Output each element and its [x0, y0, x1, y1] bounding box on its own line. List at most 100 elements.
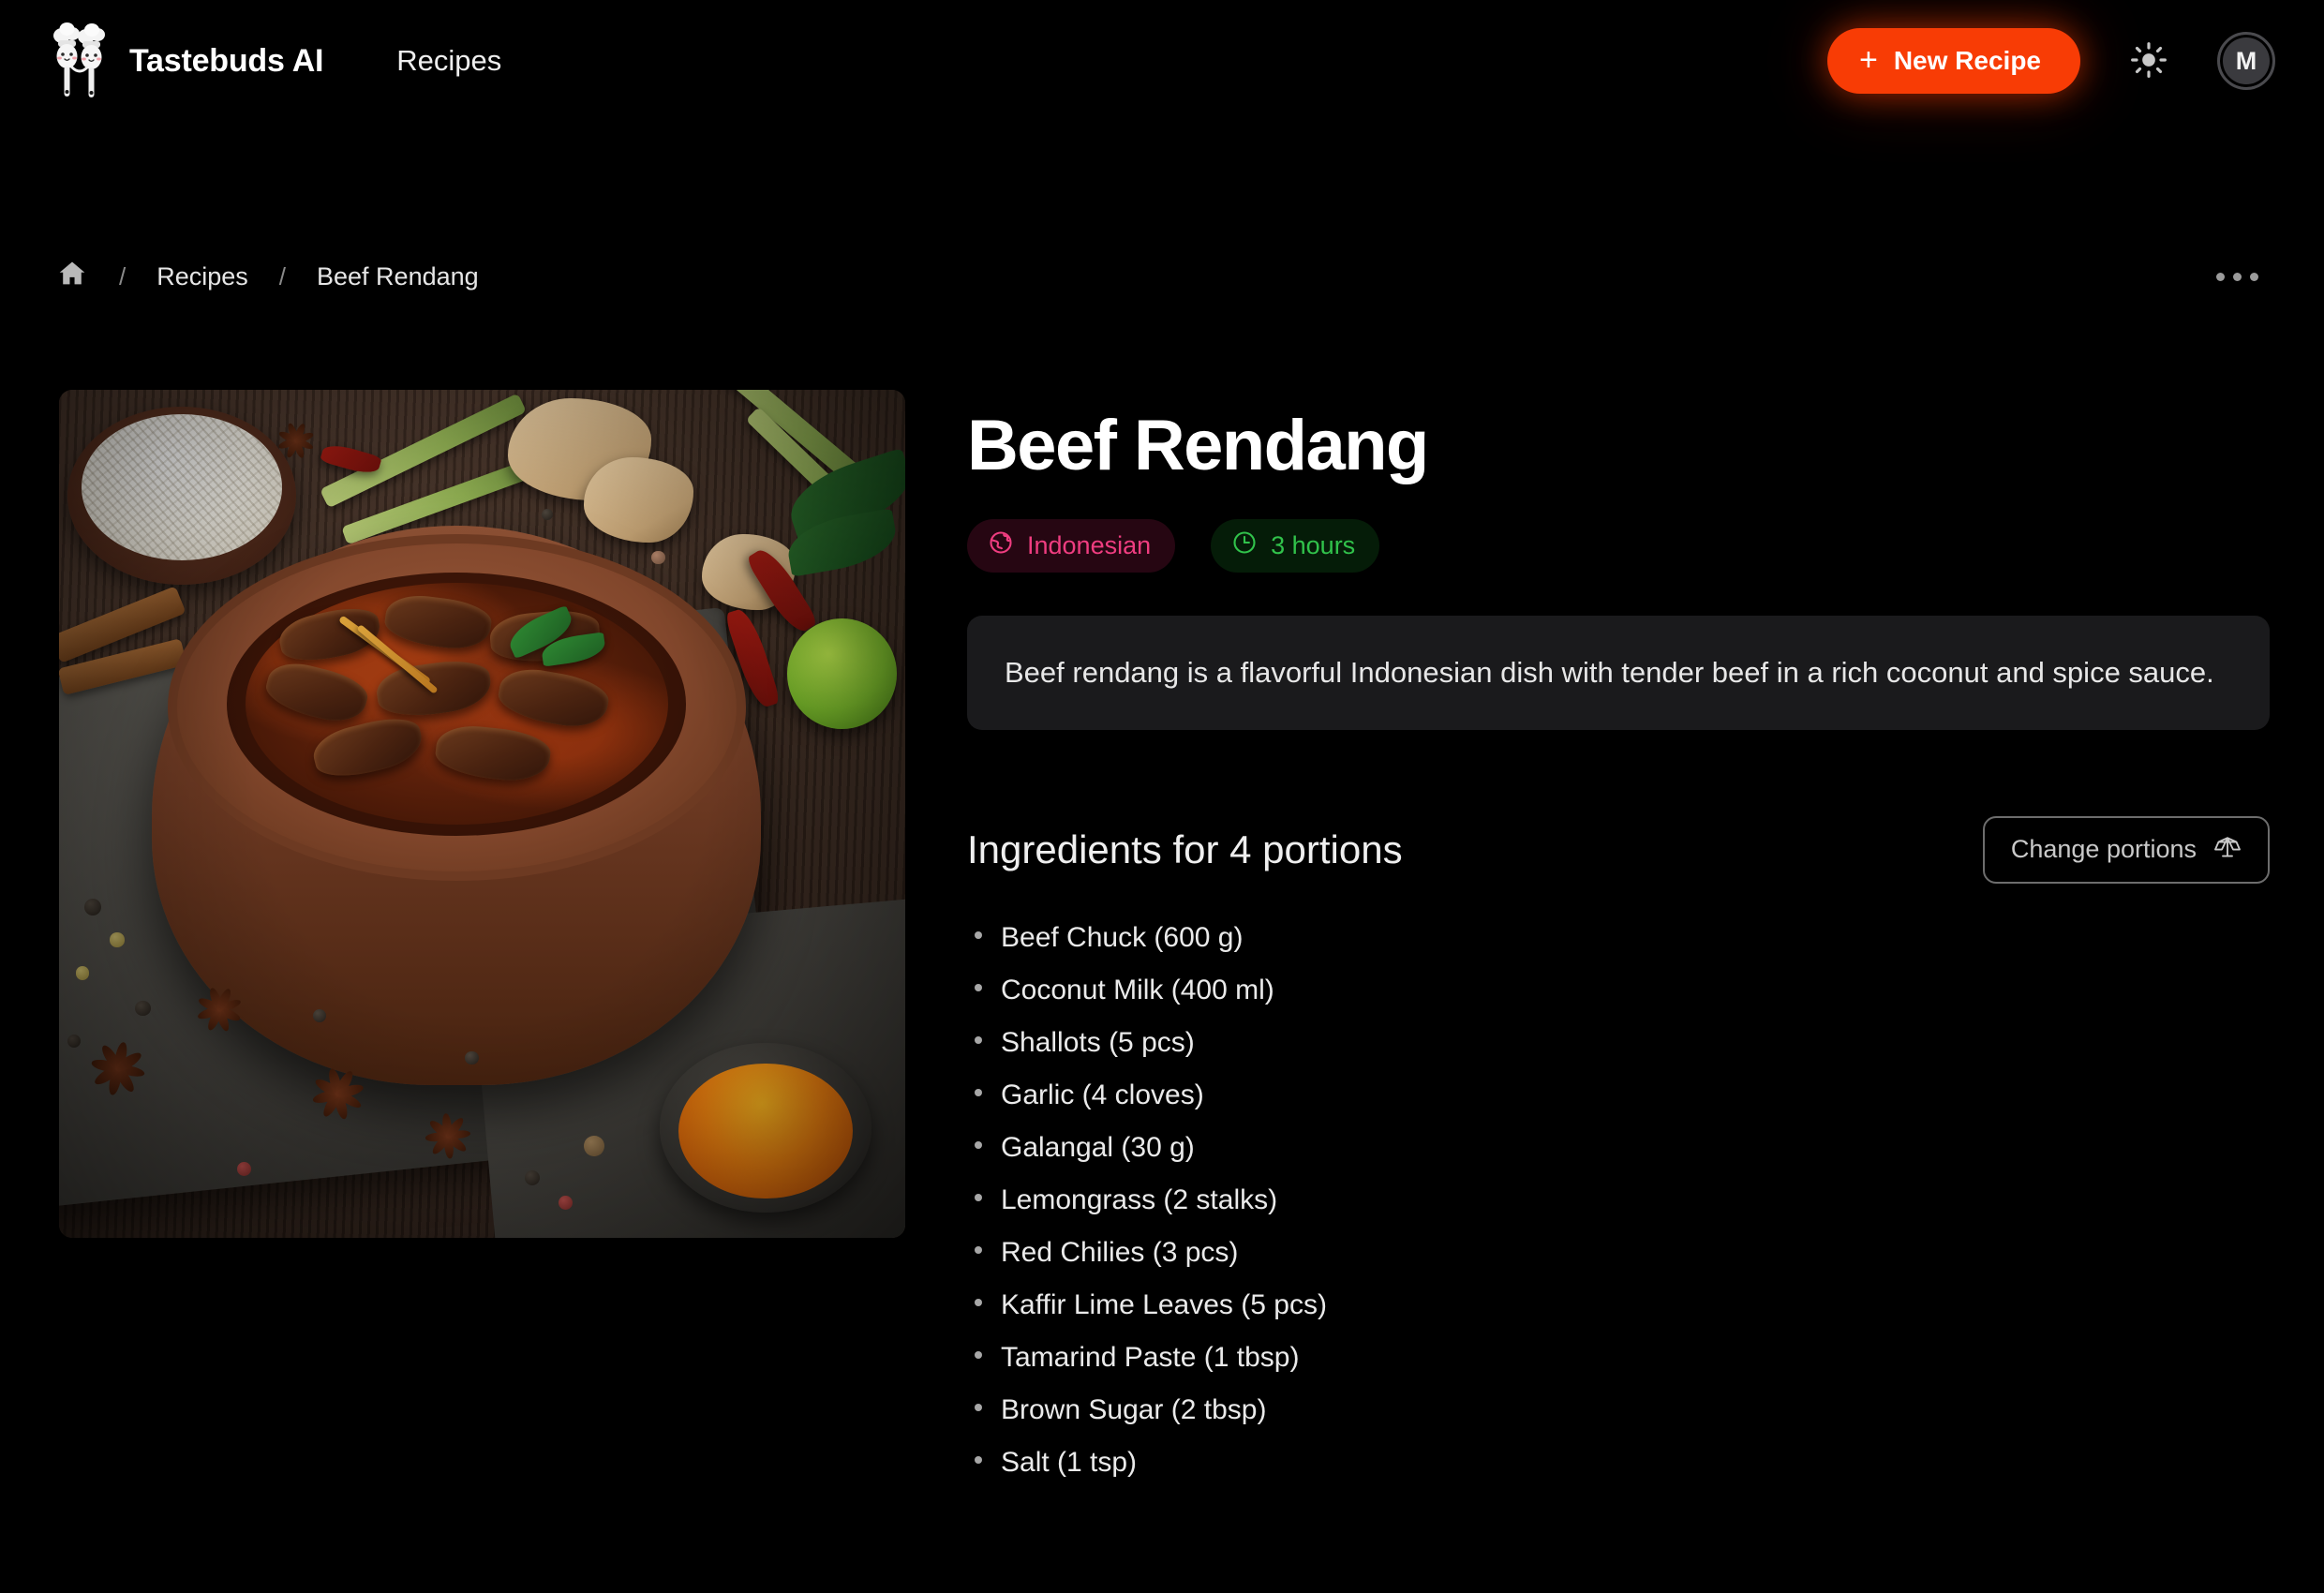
- nav-item-recipes[interactable]: Recipes: [396, 44, 501, 78]
- photo-peppercorn: [236, 1161, 251, 1176]
- bullet-icon: [975, 1403, 982, 1411]
- ingredient-label: Lemongrass (2 stalks): [1001, 1184, 1278, 1215]
- bullet-icon: [975, 1035, 982, 1044]
- photo-beef-chunk: [433, 722, 553, 785]
- photo-star-anise-1: [81, 1031, 156, 1106]
- ingredients-heading: Ingredients for 4 portions: [967, 826, 1403, 871]
- home-icon: [56, 258, 88, 296]
- change-portions-button[interactable]: Change portions: [1982, 815, 2270, 884]
- theme-toggle-button[interactable]: [2122, 34, 2176, 88]
- ingredient-label: Shallots (5 pcs): [1001, 1026, 1195, 1058]
- ellipsis-icon-dot-3: [2250, 273, 2258, 281]
- change-portions-label: Change portions: [2010, 835, 2197, 864]
- avatar-initial: M: [2235, 46, 2257, 75]
- photo-rice-bowl: [67, 407, 296, 586]
- list-item: Salt (1 tsp): [967, 1437, 2270, 1489]
- page-title: Beef Rendang: [967, 406, 1429, 485]
- bullet-icon: [975, 1088, 982, 1096]
- photo-spice-powder: [678, 1063, 853, 1199]
- scale-balance-icon: [2213, 833, 2242, 867]
- list-item: Galangal (30 g): [967, 1122, 2270, 1174]
- breadcrumb-home-link[interactable]: [56, 258, 88, 296]
- ellipsis-icon-dot-2: [2233, 273, 2242, 281]
- photo-peppercorn: [651, 550, 665, 565]
- bullet-icon: [975, 1350, 982, 1359]
- list-item: Lemongrass (2 stalks): [967, 1174, 2270, 1227]
- ingredients-header: Ingredients for 4 portions Change portio…: [967, 815, 2270, 884]
- photo-star-anise-4: [419, 1107, 477, 1165]
- recipe-badges: Indonesian 3 hours: [967, 518, 2270, 573]
- list-item: Red Chilies (3 pcs): [967, 1227, 2270, 1279]
- recipe-hero-image: [59, 390, 905, 1238]
- new-recipe-button[interactable]: + New Recipe: [1826, 28, 2080, 94]
- brand-name: Tastebuds AI: [129, 42, 324, 79]
- list-item: Coconut Milk (400 ml): [967, 964, 2270, 1017]
- photo-beef-chunk: [382, 591, 494, 653]
- breadcrumb-item-current: Beef Rendang: [317, 262, 479, 290]
- photo-beef-chunk: [495, 663, 613, 733]
- sun-icon: [2130, 41, 2168, 82]
- app-header: Tastebuds AI Recipes + New Recipe M: [0, 0, 2324, 122]
- ingredient-label: Tamarind Paste (1 tbsp): [1001, 1341, 1300, 1373]
- photo-pot-interior: [227, 573, 687, 836]
- bullet-icon: [975, 1455, 982, 1464]
- chef-utensils-icon: [51, 21, 109, 101]
- avatar[interactable]: M: [2217, 32, 2275, 90]
- more-options-button[interactable]: [2207, 260, 2268, 294]
- ellipsis-icon-dot-1: [2216, 273, 2225, 281]
- photo-rice: [81, 413, 283, 560]
- ingredient-label: Kaffir Lime Leaves (5 pcs): [1001, 1288, 1327, 1320]
- header-actions: + New Recipe M: [1826, 28, 2275, 94]
- recipe-description-card: Beef rendang is a flavorful Indonesian d…: [967, 615, 2270, 730]
- photo-beef-chunk: [308, 710, 427, 784]
- ingredient-label: Coconut Milk (400 ml): [1001, 974, 1274, 1005]
- list-item: Brown Sugar (2 tbsp): [967, 1384, 2270, 1437]
- photo-peppercorn: [583, 1136, 604, 1157]
- list-item: Tamarind Paste (1 tbsp): [967, 1332, 2270, 1384]
- photo-peppercorn: [465, 1050, 479, 1065]
- breadcrumb-separator-2: /: [278, 262, 287, 290]
- breadcrumb-row: / Recipes / Beef Rendang: [0, 258, 2324, 296]
- bullet-icon: [975, 1193, 982, 1201]
- photo-spice-powder-bowl: [660, 1042, 872, 1213]
- badge-cuisine-label: Indonesian: [1027, 530, 1152, 559]
- bullet-icon: [975, 1245, 982, 1254]
- photo-peppercorn: [135, 1000, 151, 1016]
- status-badge-cuisine: Indonesian: [967, 518, 1176, 573]
- list-item: Kaffir Lime Leaves (5 pcs): [967, 1279, 2270, 1332]
- ingredient-label: Brown Sugar (2 tbsp): [1001, 1393, 1267, 1425]
- clock-icon: [1231, 529, 1258, 562]
- new-recipe-label: New Recipe: [1893, 46, 2041, 75]
- photo-beef-chunk: [261, 656, 373, 728]
- plus-icon: +: [1858, 41, 1878, 78]
- photo-curry-sauce: [245, 583, 668, 826]
- recipe-content: Beef Rendang Indonesian 3 hours Beef ren…: [967, 390, 2270, 1489]
- photo-peppercorn: [110, 932, 125, 947]
- brand-logo[interactable]: Tastebuds AI: [51, 21, 323, 101]
- photo-ginger-2: [583, 457, 694, 543]
- status-badge-time: 3 hours: [1211, 518, 1380, 573]
- list-item: Beef Chuck (600 g): [967, 912, 2270, 964]
- recipe-description: Beef rendang is a flavorful Indonesian d…: [1005, 655, 2214, 689]
- list-item: Garlic (4 cloves): [967, 1069, 2270, 1122]
- ingredient-label: Garlic (4 cloves): [1001, 1079, 1204, 1110]
- photo-lime: [786, 618, 897, 729]
- photo-peppercorn: [558, 1195, 574, 1211]
- globe-icon: [988, 529, 1014, 562]
- ingredients-list: Beef Chuck (600 g) Coconut Milk (400 ml)…: [967, 912, 2270, 1489]
- photo-peppercorn: [524, 1169, 540, 1185]
- breadcrumb-separator: /: [119, 262, 127, 290]
- bullet-icon: [975, 1298, 982, 1306]
- ingredient-label: Red Chilies (3 pcs): [1001, 1236, 1239, 1268]
- breadcrumb: / Recipes / Beef Rendang: [56, 258, 479, 296]
- list-item: Shallots (5 pcs): [967, 1017, 2270, 1069]
- bullet-icon: [975, 1140, 982, 1149]
- bullet-icon: [975, 983, 982, 991]
- ingredient-label: Galangal (30 g): [1001, 1131, 1195, 1163]
- recipe-photo-illustration: [59, 390, 905, 1238]
- bullet-icon: [975, 930, 982, 939]
- badge-time-label: 3 hours: [1271, 530, 1356, 559]
- ingredient-label: Salt (1 tsp): [1001, 1446, 1138, 1478]
- photo-pot-rim: [167, 533, 747, 882]
- breadcrumb-item-recipes[interactable]: Recipes: [156, 262, 248, 291]
